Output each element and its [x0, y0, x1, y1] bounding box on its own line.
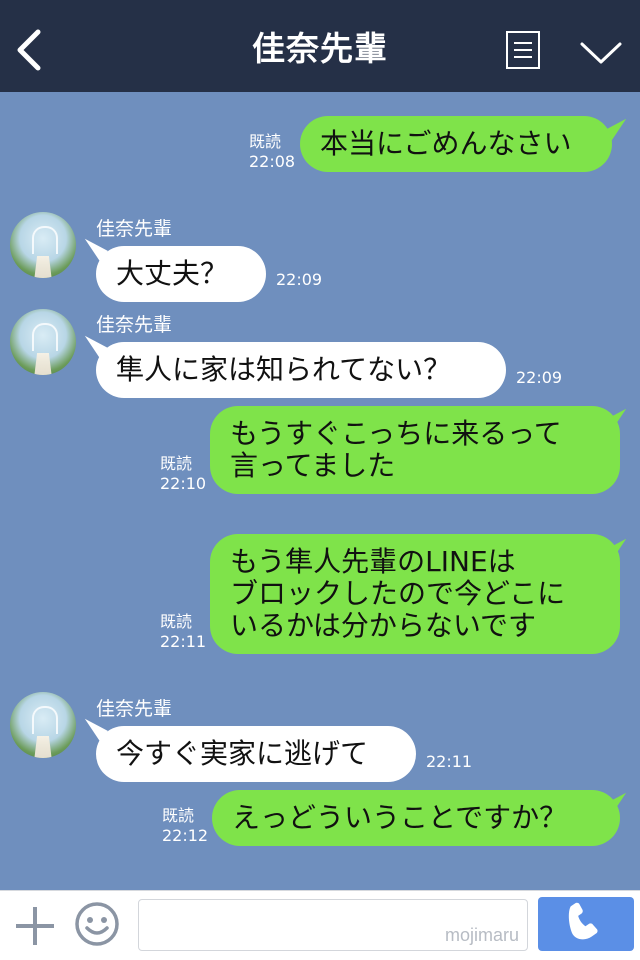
chevron-down-icon [580, 42, 622, 64]
avatar[interactable] [10, 212, 76, 278]
watermark: mojimaru [444, 925, 519, 945]
their-message-bubble[interactable]: 隼人に家は知られてない？ [96, 342, 506, 398]
read-receipt: 既読 [160, 612, 193, 631]
message-time: 22:09 [516, 368, 563, 387]
their-message-bubble[interactable]: 大丈夫？ [96, 246, 266, 302]
avatar[interactable] [10, 692, 76, 758]
my-message-bubble[interactable]: もう隼人先輩のLINEは ブロックしたので今どこに いるかは分からないです [210, 534, 620, 654]
collapse-button[interactable] [578, 38, 624, 68]
input-bar: mojimaru [0, 890, 640, 960]
message-time: 22:12 [162, 826, 209, 845]
my-message-bubble[interactable]: えっどういうことですか？ [212, 790, 620, 846]
message-meta: 既読 22:08 [249, 132, 295, 172]
read-receipt: 既読 [249, 132, 282, 151]
message-line: ブロックしたので今どこに [230, 577, 566, 610]
message-text: 大丈夫？ [116, 257, 229, 290]
sender-name: 佳奈先輩 [96, 218, 173, 240]
menu-button[interactable] [506, 31, 540, 69]
message-meta: 既読 22:11 [160, 612, 206, 652]
read-receipt: 既読 [160, 454, 193, 473]
chat-title: 佳奈先輩 [252, 29, 388, 68]
message-meta: 既読 22:10 [160, 454, 206, 494]
message-line: もうすぐこっちに来るって [230, 417, 562, 450]
phone-icon [568, 902, 598, 940]
their-message-bubble[interactable]: 今すぐ実家に逃げて [96, 726, 416, 782]
message-time: 22:08 [249, 152, 296, 171]
message-meta: 既読 22:12 [162, 806, 208, 846]
message-time: 22:11 [160, 632, 207, 651]
emoji-button[interactable] [74, 901, 120, 947]
sender-name: 佳奈先輩 [96, 314, 173, 336]
read-receipt: 既読 [162, 806, 195, 825]
sender-name: 佳奈先輩 [96, 698, 173, 720]
chat-area[interactable]: 既読 22:08 本当にごめんなさい 佳奈先輩 大丈夫？ 22:09 佳奈先輩 … [0, 92, 640, 890]
call-button[interactable] [538, 897, 634, 951]
my-message-bubble[interactable]: もうすぐこっちに来るって 言ってました [210, 406, 620, 494]
message-line: もう隼人先輩のLINEは [230, 545, 516, 578]
message-text: 本当にごめんなさい [320, 127, 572, 160]
message-text: 今すぐ実家に逃げて [116, 737, 369, 770]
message-line: 言ってました [230, 449, 396, 482]
my-message-bubble[interactable]: 本当にごめんなさい [300, 116, 612, 172]
message-input[interactable]: mojimaru [138, 899, 528, 951]
avatar[interactable] [10, 309, 76, 375]
message-time: 22:11 [426, 752, 473, 771]
message-line: いるかは分からないです [230, 609, 537, 642]
smiley-icon [75, 902, 119, 946]
message-time: 22:09 [276, 270, 323, 289]
message-time: 22:10 [160, 474, 207, 493]
message-text: えっどういうことですか？ [232, 801, 568, 834]
message-text: 隼人に家は知られてない？ [116, 353, 452, 386]
add-button[interactable] [14, 905, 56, 947]
chat-header: 佳奈先輩 [0, 0, 640, 92]
